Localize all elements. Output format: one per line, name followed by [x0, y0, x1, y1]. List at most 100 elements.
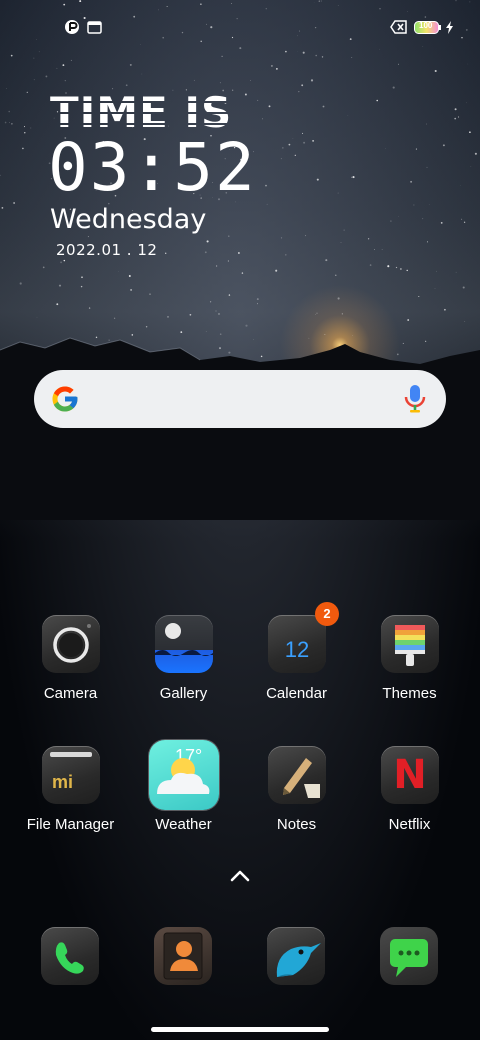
app-notes[interactable]: Notes — [240, 746, 353, 856]
star — [167, 316, 169, 318]
star — [1, 207, 4, 209]
star — [200, 40, 202, 43]
clock-title[interactable]: TIME IS — [50, 92, 232, 134]
star — [262, 118, 263, 120]
star — [455, 0, 457, 2]
star — [454, 108, 457, 111]
star — [113, 317, 116, 319]
file-manager-logo-text: mi — [52, 772, 74, 792]
star — [227, 260, 229, 262]
star — [395, 266, 398, 269]
app-camera[interactable]: Camera — [14, 615, 127, 725]
star — [316, 178, 319, 181]
star — [200, 3, 202, 5]
file-manager-icon: mi — [42, 746, 100, 804]
star — [215, 310, 217, 312]
app-themes[interactable]: Themes — [353, 615, 466, 725]
star — [80, 285, 83, 288]
star — [387, 265, 390, 268]
star — [381, 249, 383, 250]
star — [125, 84, 128, 87]
star — [303, 141, 306, 144]
weather-icon: 17° — [149, 740, 219, 810]
star — [390, 220, 392, 222]
app-gallery[interactable]: Gallery — [127, 615, 240, 725]
star — [33, 79, 35, 81]
clock-time[interactable]: 03:52 — [48, 135, 257, 201]
clock-date: 2022.01 . 12 — [56, 241, 158, 259]
star — [292, 138, 294, 139]
home-indicator[interactable] — [151, 1027, 329, 1032]
star — [418, 295, 420, 298]
star — [206, 240, 209, 243]
star — [0, 174, 1, 177]
app-calendar[interactable]: 12 2 Calendar — [240, 602, 353, 725]
star — [165, 252, 167, 254]
calendar-icon: 12 — [268, 615, 326, 673]
netflix-logo-text: N — [393, 752, 427, 798]
star — [257, 303, 259, 305]
star — [219, 82, 221, 84]
contacts-icon — [163, 932, 203, 980]
star — [56, 67, 58, 69]
star — [379, 8, 381, 10]
star — [301, 84, 304, 87]
star — [140, 44, 141, 45]
star — [63, 259, 66, 262]
star — [36, 316, 38, 318]
star — [385, 148, 386, 149]
star — [285, 254, 287, 256]
star — [166, 6, 168, 8]
star — [305, 235, 307, 237]
calendar-date-text: 12 — [284, 637, 310, 662]
star — [228, 235, 230, 237]
dock-messages[interactable] — [380, 927, 438, 985]
star — [379, 48, 380, 50]
star — [376, 99, 379, 102]
app-weather[interactable]: 17° Weather — [127, 740, 240, 856]
star — [335, 274, 337, 276]
microphone-icon[interactable] — [404, 384, 426, 414]
star — [130, 288, 133, 291]
app-netflix[interactable]: N Netflix — [353, 746, 466, 856]
google-search-bar[interactable] — [34, 370, 446, 428]
star — [282, 147, 284, 149]
star — [237, 252, 240, 254]
gallery-icon — [155, 615, 213, 673]
star — [457, 116, 460, 118]
dock-contacts[interactable] — [154, 927, 212, 985]
star — [221, 55, 223, 58]
star — [315, 54, 318, 57]
app-label: Gallery — [159, 685, 208, 702]
star — [340, 242, 342, 243]
star — [270, 64, 273, 67]
star — [349, 38, 352, 40]
star — [280, 158, 282, 160]
star — [42, 266, 45, 269]
google-logo-icon — [52, 386, 78, 412]
star — [320, 0, 322, 2]
dock-phone[interactable] — [41, 927, 99, 985]
star — [11, 123, 13, 125]
dock-browser[interactable] — [267, 927, 325, 985]
app-label: Themes — [382, 685, 437, 702]
star — [315, 314, 316, 315]
star — [425, 123, 427, 125]
star — [321, 56, 324, 58]
star — [87, 236, 89, 238]
star — [422, 46, 424, 47]
star — [440, 221, 443, 224]
app-drawer-chevron-icon[interactable] — [228, 866, 252, 886]
star — [337, 297, 340, 300]
star — [38, 51, 40, 53]
star — [410, 180, 413, 183]
star — [36, 39, 37, 40]
star — [434, 69, 437, 73]
star — [369, 264, 372, 266]
star — [80, 13, 82, 14]
vpn-icon — [63, 18, 81, 36]
app-file-manager[interactable]: mi File Manager — [14, 746, 127, 856]
themes-icon — [381, 615, 439, 673]
calendar-notification-icon — [86, 18, 102, 36]
star — [129, 63, 132, 66]
